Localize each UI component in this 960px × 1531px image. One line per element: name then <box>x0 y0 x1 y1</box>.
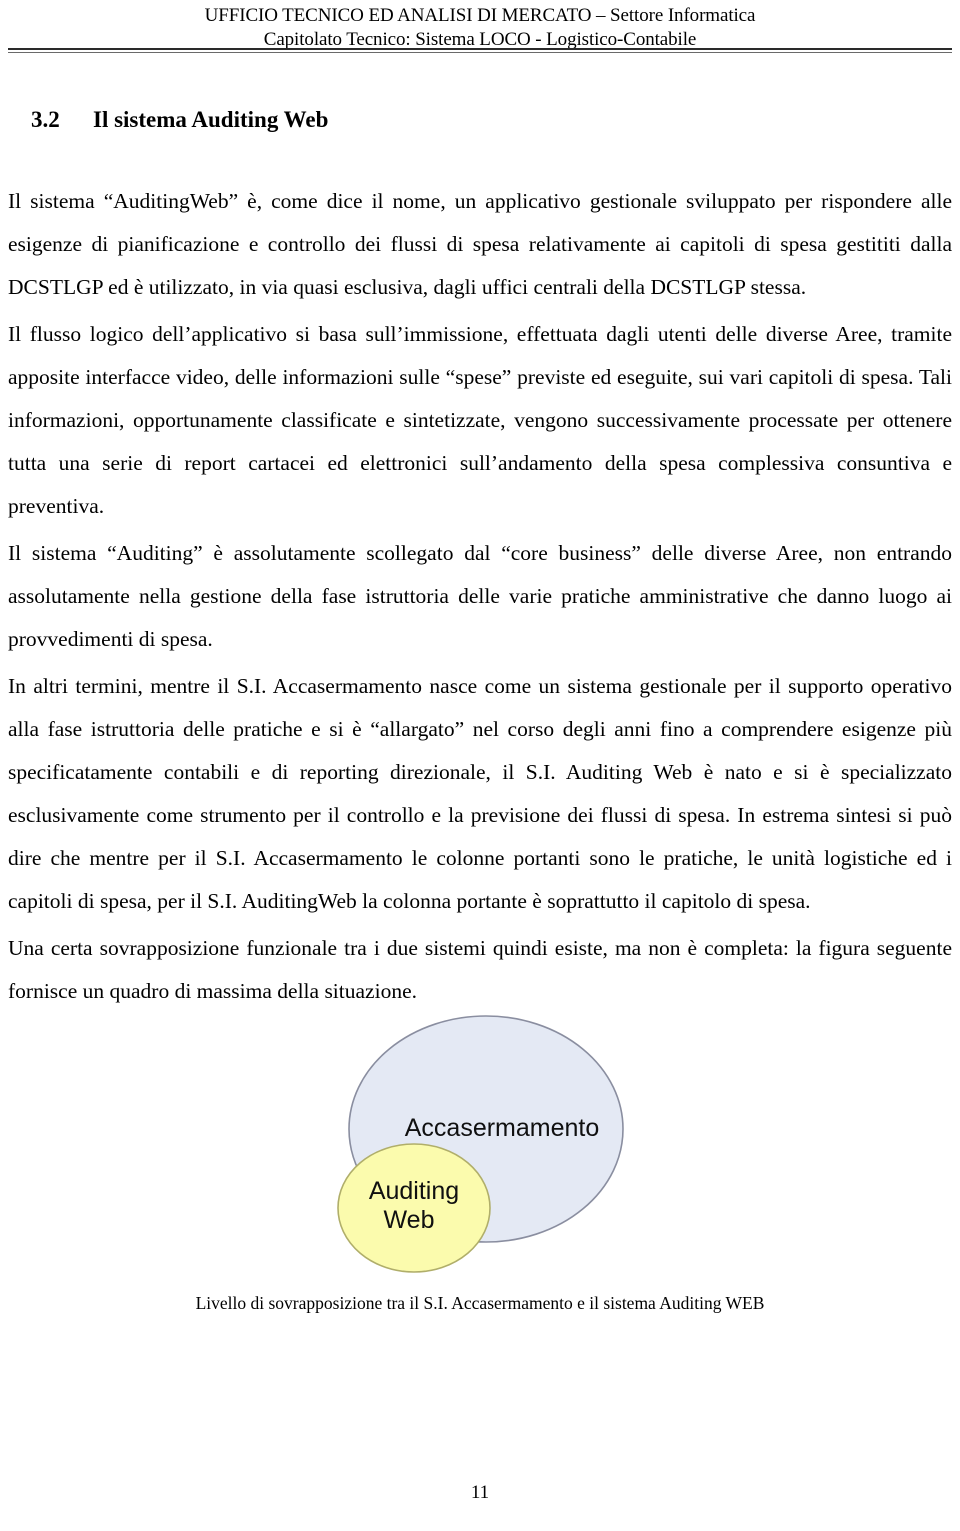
document-body: 3.2 Il sistema Auditing Web Il sistema “A… <box>8 78 952 1017</box>
paragraph-4: In altri termini, mentre il S.I. Accaser… <box>8 674 952 913</box>
paragraph-2: Il flusso logico dell’applicativo si bas… <box>8 322 952 518</box>
page-running-header: UFFICIO TECNICO ED ANALISI DI MERCATO – … <box>0 0 960 51</box>
label-auditing: Auditing <box>369 1177 459 1205</box>
paragraph-5: Una certa sovrapposizione funzionale tra… <box>8 936 952 1003</box>
figure-caption: Livello di sovrapposizione tra il S.I. A… <box>195 1293 765 1313</box>
paragraph-3: Il sistema “Auditing” è assolutamente sc… <box>8 541 952 651</box>
header-line-office: UFFICIO TECNICO ED ANALISI DI MERCATO – … <box>204 5 756 26</box>
label-accasermamento: Accasermamento <box>405 1114 600 1142</box>
header-divider-rule <box>8 48 952 50</box>
section-title: Il sistema Auditing Web <box>93 107 329 132</box>
venn-diagram-svg: Accasermamento Auditing Web <box>337 1015 624 1273</box>
header-divider-rule-thin <box>8 52 952 53</box>
section-heading: 3.2 Il sistema Auditing Web <box>8 78 952 162</box>
section-number: 3.2 <box>31 107 60 132</box>
page-number: 11 <box>470 1482 490 1503</box>
venn-diagram-figure: Accasermamento Auditing Web <box>330 1014 650 1284</box>
paragraph-1: Il sistema “AuditingWeb” è, come dice il… <box>8 189 952 299</box>
label-web: Web <box>384 1206 435 1234</box>
